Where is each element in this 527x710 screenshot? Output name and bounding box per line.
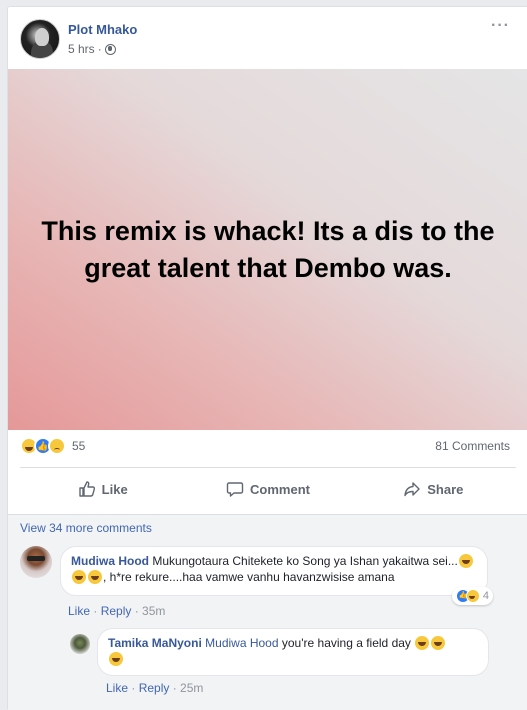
- avatar[interactable]: [70, 634, 90, 654]
- laughing-emoji-icon: [415, 636, 430, 650]
- share-button[interactable]: Share: [351, 473, 516, 505]
- like-button[interactable]: Like: [20, 473, 185, 505]
- post-card: Plot Mhako 5 hrs · ··· This remix is wha…: [7, 6, 527, 710]
- comment-bubble: Mudiwa Hood Mukungotaura Chitekete ko So…: [60, 546, 493, 605]
- haha-icon: [465, 589, 480, 603]
- laughing-emoji-icon: [109, 652, 123, 666]
- comment-label: Comment: [250, 481, 310, 497]
- comments-section: View 34 more comments Mudiwa Hood Mukung…: [8, 515, 527, 710]
- divider: [20, 467, 516, 468]
- post-time[interactable]: 5 hrs: [68, 42, 95, 56]
- sad-icon[interactable]: [48, 437, 66, 455]
- comments-count[interactable]: 81 Comments: [435, 439, 510, 453]
- comment-reply-link[interactable]: Reply: [101, 604, 132, 618]
- post-meta: 5 hrs ·: [68, 42, 116, 56]
- comment-button[interactable]: Comment: [185, 473, 350, 505]
- comment-time[interactable]: 35m: [142, 604, 165, 618]
- comment-reaction-count: 4: [482, 590, 489, 602]
- reply-reply-link[interactable]: Reply: [139, 681, 170, 695]
- post-header: Plot Mhako 5 hrs · ···: [20, 17, 510, 59]
- separator: ·: [131, 604, 143, 618]
- share-icon: [404, 482, 420, 497]
- globe-icon[interactable]: [104, 43, 116, 55]
- reply-time[interactable]: 25m: [180, 681, 203, 695]
- more-options-icon[interactable]: ···: [491, 17, 510, 35]
- reactions-summary: 👍 55 81 Comments: [20, 435, 510, 457]
- meta-separator: ·: [97, 42, 102, 56]
- reaction-count[interactable]: 55: [72, 439, 85, 453]
- banner-text: This remix is whack! Its a dis to the gr…: [41, 215, 495, 283]
- author-name[interactable]: Plot Mhako: [68, 22, 137, 37]
- comment-text: Mukungotaura Chitekete ko Song ya Ishan …: [152, 554, 458, 568]
- laughing-emoji-icon: [431, 636, 446, 650]
- avatar[interactable]: [20, 546, 52, 578]
- laughing-emoji-icon: [458, 554, 473, 568]
- separator: ·: [90, 604, 101, 618]
- laughing-emoji-icon: [88, 570, 102, 584]
- thumbs-up-icon: [78, 481, 95, 497]
- author-avatar[interactable]: [20, 19, 60, 59]
- commenter-name[interactable]: Mudiwa Hood: [71, 554, 149, 568]
- reply-text: you're having a field day: [281, 636, 411, 650]
- reply-bubble: Tamika MaNyoni Mudiwa Hood you're having…: [97, 628, 489, 676]
- reply-actions: Like · Reply · 25m: [106, 681, 203, 695]
- view-more-comments-link[interactable]: View 34 more comments: [20, 521, 152, 535]
- comment-text: , h*re rekure....haa vamwe vanhu havanzw…: [103, 570, 395, 584]
- comment-icon: [226, 482, 244, 497]
- post-banner: This remix is whack! Its a dis to the gr…: [8, 69, 527, 430]
- laughing-emoji-icon: [72, 570, 86, 584]
- like-label: Like: [101, 481, 128, 497]
- comment-reactions[interactable]: 👍 4: [451, 587, 493, 605]
- comment-actions: Like · Reply · 35m: [68, 604, 165, 618]
- mention-link[interactable]: Mudiwa Hood: [205, 636, 278, 650]
- reply-like-link[interactable]: Like: [106, 681, 128, 695]
- separator: ·: [128, 681, 139, 695]
- commenter-name[interactable]: Tamika MaNyoni: [108, 636, 202, 650]
- comment-like-link[interactable]: Like: [68, 604, 90, 618]
- share-label: Share: [427, 481, 464, 497]
- separator: ·: [169, 681, 181, 695]
- action-bar: Like Comment Share: [20, 473, 516, 505]
